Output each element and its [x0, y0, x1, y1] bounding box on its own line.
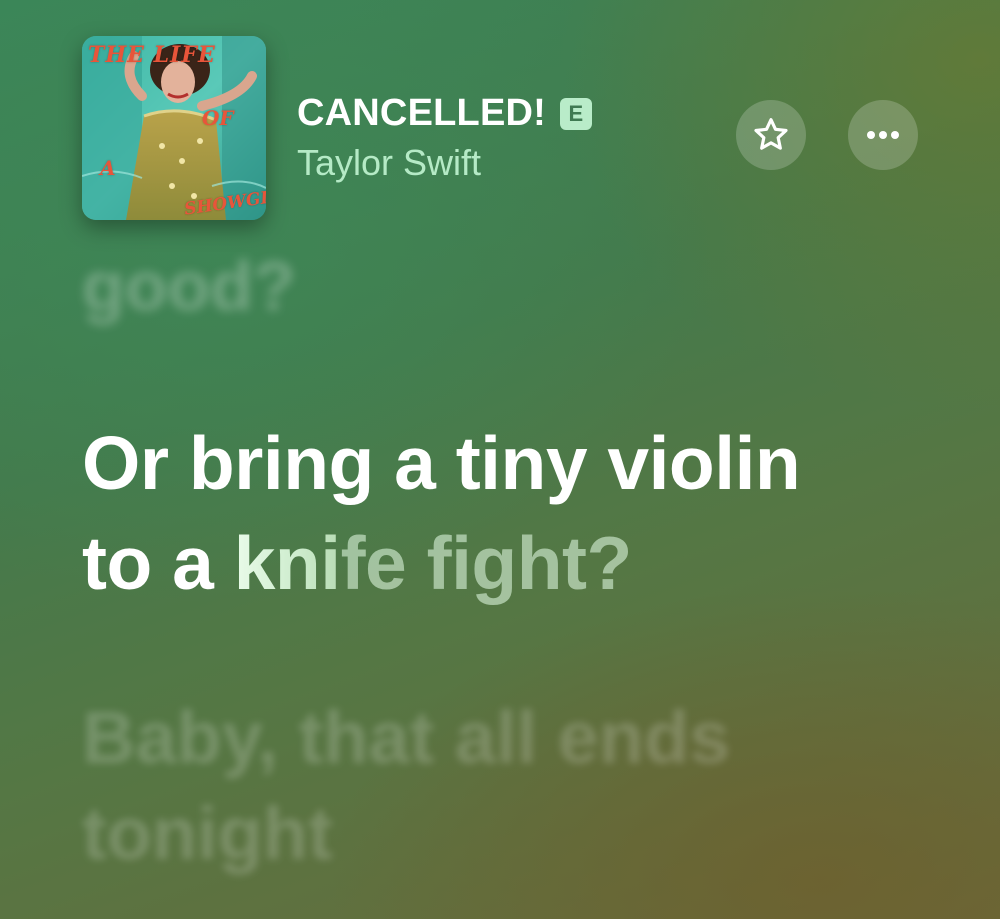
lyric-current-line-2: to a knife fight?	[82, 513, 800, 613]
lyric-line-previous[interactable]: good?	[82, 246, 296, 326]
lyric-upcoming-text: fe fight?	[340, 521, 633, 605]
ellipsis-icon	[867, 131, 899, 139]
album-artwork[interactable]: THE LIFE OF A SHOWGIRL	[82, 36, 266, 220]
star-icon	[754, 118, 788, 150]
track-artist[interactable]: Taylor Swift	[297, 142, 481, 184]
now-playing-header: THE LIFE OF A SHOWGIRL CANCELLED! E Tayl…	[0, 0, 1000, 240]
album-cover-text: A	[100, 156, 116, 180]
lyric-sung-text: to a	[82, 521, 234, 605]
track-title[interactable]: CANCELLED!	[297, 92, 546, 135]
lyric-line-next[interactable]: Baby, that all ends tonight	[82, 690, 730, 882]
lyric-current-line-1: Or bring a tiny violin	[82, 421, 801, 505]
favorite-button[interactable]	[736, 100, 806, 170]
lyric-next-line-2: tonight	[82, 792, 333, 875]
album-cover-text: THE LIFE	[88, 42, 216, 68]
lyric-line-current[interactable]: Or bring a tiny violin to a knife fight?	[82, 413, 801, 613]
lyric-next-line-1: Baby, that all ends	[82, 696, 731, 779]
track-title-row: CANCELLED! E	[297, 92, 592, 135]
explicit-badge: E	[559, 97, 592, 130]
lyric-active-syllable: kni	[233, 521, 341, 605]
more-options-button[interactable]	[848, 100, 918, 170]
album-cover-text: OF	[202, 106, 234, 130]
